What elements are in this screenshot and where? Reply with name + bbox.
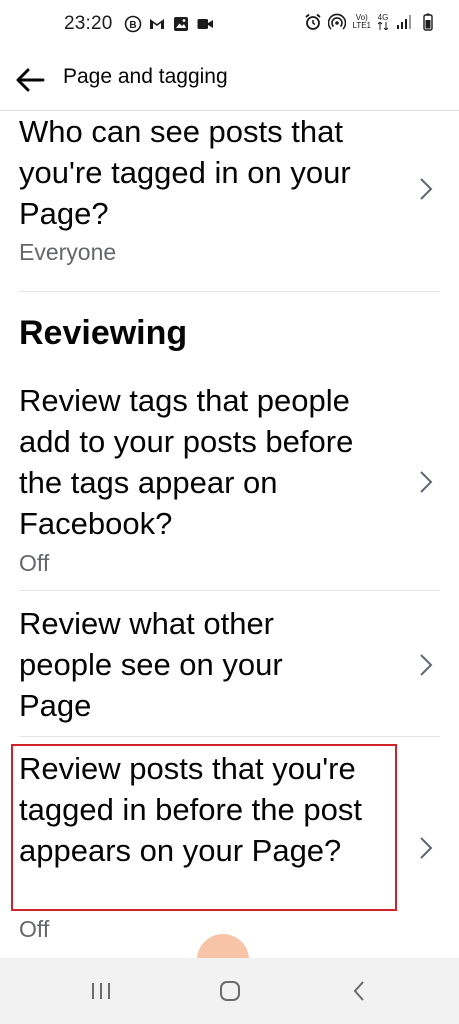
chevron-right-icon bbox=[420, 471, 433, 493]
setting-row-tagged-visibility[interactable]: Who can see posts that you're tagged in … bbox=[0, 111, 459, 291]
gmail-icon bbox=[150, 19, 164, 29]
back-arrow-icon bbox=[16, 68, 45, 92]
system-nav-bar bbox=[0, 958, 459, 1024]
home-button[interactable] bbox=[215, 976, 245, 1006]
section-title-reviewing: Reviewing bbox=[19, 314, 188, 352]
setting-value: Everyone bbox=[19, 239, 117, 265]
recent-apps-icon bbox=[92, 983, 110, 999]
setting-row-review-tags[interactable]: Review tags that people add to your post… bbox=[0, 380, 459, 590]
divider bbox=[19, 590, 440, 591]
battery-icon bbox=[423, 13, 433, 31]
setting-value: Off bbox=[19, 916, 50, 942]
app-header: Page and tagging bbox=[0, 50, 459, 111]
divider bbox=[19, 291, 440, 292]
mobile-data-indicator: 4G bbox=[377, 14, 389, 30]
network-type-label: 4G bbox=[377, 13, 389, 22]
page-title: Page and tagging bbox=[63, 65, 228, 88]
gallery-icon bbox=[174, 17, 188, 31]
recent-apps-button[interactable] bbox=[86, 976, 116, 1006]
highlight-annotation bbox=[11, 744, 397, 911]
chevron-right-icon bbox=[420, 837, 433, 859]
divider bbox=[19, 736, 440, 737]
signal-icon bbox=[397, 15, 411, 29]
video-icon bbox=[197, 19, 213, 29]
lte-label: LTE1 bbox=[352, 21, 371, 30]
svg-text:B: B bbox=[129, 20, 136, 31]
data-arrows-icon bbox=[377, 22, 389, 30]
back-nav-button[interactable] bbox=[344, 976, 374, 1006]
alarm-icon bbox=[305, 13, 322, 30]
setting-row-review-what-others-see[interactable]: Review what other people see on your Pag… bbox=[0, 603, 459, 733]
status-bar: 23:20 B Vo) LTE1 4G bbox=[0, 0, 459, 50]
back-chevron-icon bbox=[353, 981, 364, 1001]
back-button[interactable] bbox=[12, 62, 48, 98]
setting-title: Who can see posts that you're tagged in … bbox=[19, 114, 351, 231]
status-time: 23:20 bbox=[64, 13, 113, 34]
volte-indicator: Vo) LTE1 bbox=[352, 14, 371, 30]
status-notification-icons: B bbox=[124, 15, 214, 33]
chevron-right-icon bbox=[420, 654, 433, 676]
b-badge-icon: B bbox=[124, 15, 142, 33]
setting-title: Review what other people see on your Pag… bbox=[19, 606, 283, 723]
chevron-right-icon bbox=[420, 178, 433, 200]
home-icon bbox=[220, 981, 240, 1001]
setting-value: Off bbox=[19, 550, 50, 576]
hotspot-icon bbox=[328, 13, 347, 30]
status-system-icons: Vo) LTE1 4G bbox=[304, 13, 437, 31]
setting-title: Review tags that people add to your post… bbox=[19, 383, 354, 541]
